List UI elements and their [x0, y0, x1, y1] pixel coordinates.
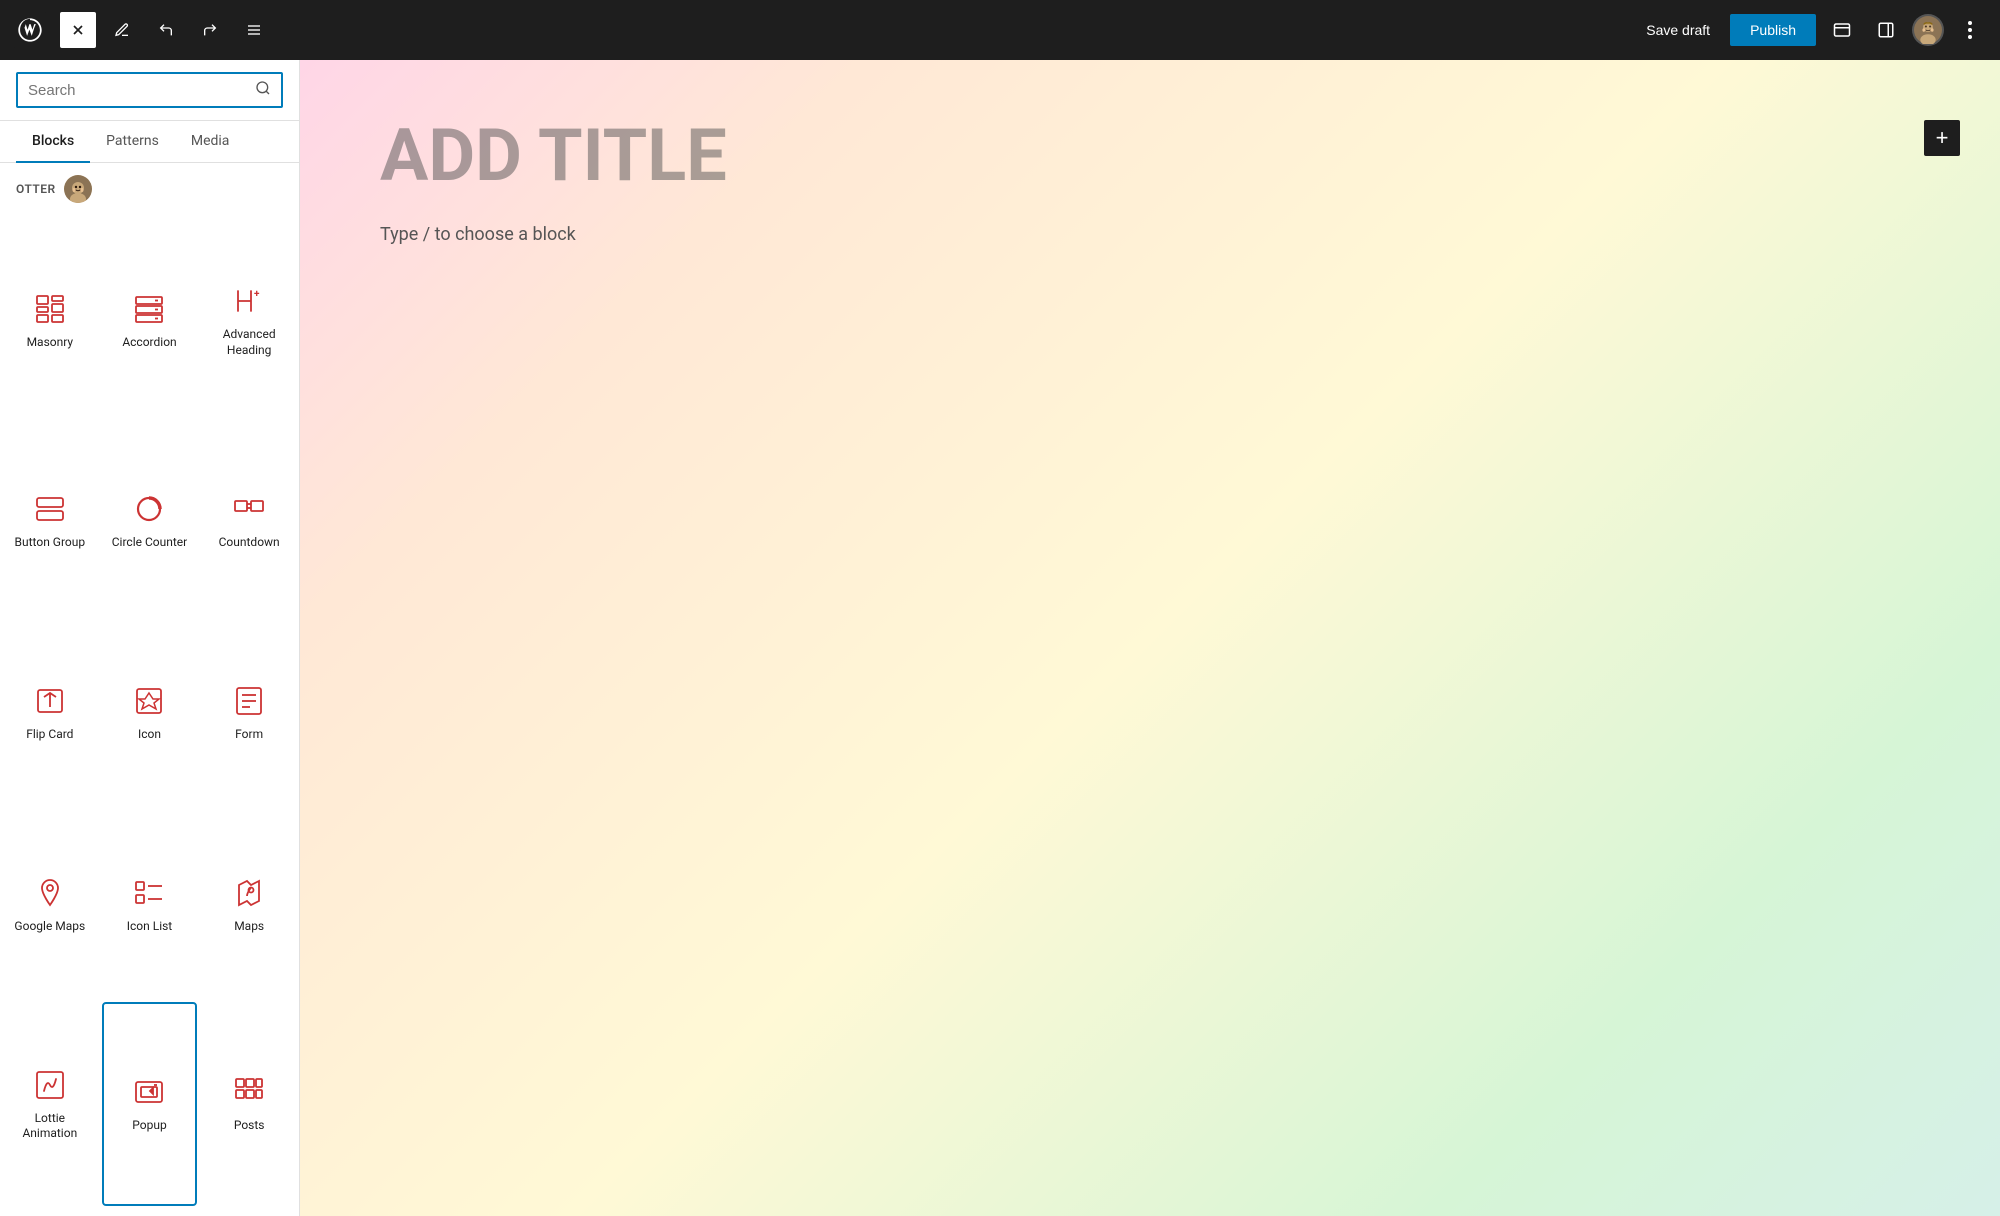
maps-icon — [231, 875, 267, 911]
masonry-icon — [32, 291, 68, 327]
otter-avatar — [64, 175, 92, 203]
publish-button[interactable]: Publish — [1730, 14, 1816, 46]
block-item-button-group[interactable]: Button Group — [2, 427, 98, 615]
search-container — [0, 60, 299, 121]
google-maps-label: Google Maps — [14, 919, 85, 935]
button-group-label: Button Group — [15, 535, 86, 551]
lottie-animation-icon — [32, 1067, 68, 1103]
countdown-icon — [231, 491, 267, 527]
icon-list-icon — [131, 875, 167, 911]
advanced-heading-icon: + — [231, 283, 267, 319]
circle-counter-label: Circle Counter — [112, 535, 187, 551]
block-item-advanced-heading[interactable]: + Advanced Heading — [201, 219, 297, 423]
block-item-form[interactable]: Form — [201, 619, 297, 807]
canvas: ADD TITLE Type / to choose a block + — [300, 60, 2000, 1216]
popup-icon — [131, 1074, 167, 1110]
tab-media[interactable]: Media — [175, 121, 246, 163]
block-item-masonry[interactable]: Masonry — [2, 219, 98, 423]
svg-text:+: + — [254, 289, 260, 300]
maps-label: Maps — [234, 919, 264, 935]
countdown-label: Countdown — [219, 535, 280, 551]
wp-logo[interactable] — [12, 12, 48, 48]
block-item-maps[interactable]: Maps — [201, 810, 297, 998]
posts-label: Posts — [234, 1118, 265, 1134]
tab-blocks[interactable]: Blocks — [16, 121, 90, 163]
topbar: Save draft Publish — [0, 0, 2000, 60]
block-item-countdown[interactable]: Countdown — [201, 427, 297, 615]
button-group-icon — [32, 491, 68, 527]
pen-tool-button[interactable] — [104, 12, 140, 48]
otter-section-header: OTTER — [0, 163, 299, 209]
flip-card-label: Flip Card — [26, 727, 73, 743]
block-item-circle-counter[interactable]: Circle Counter — [102, 427, 198, 615]
search-icon[interactable] — [255, 80, 271, 100]
page-hint[interactable]: Type / to choose a block — [380, 224, 1920, 245]
tabs: Blocks Patterns Media — [0, 121, 299, 163]
icon-list-label: Icon List — [127, 919, 173, 935]
form-label: Form — [235, 727, 263, 743]
masonry-label: Masonry — [27, 335, 74, 351]
sidebar: Blocks Patterns Media OTTER — [0, 60, 300, 1216]
save-draft-button[interactable]: Save draft — [1634, 16, 1722, 44]
topbar-right: Save draft Publish — [1634, 12, 1988, 48]
search-box — [16, 72, 283, 108]
block-item-lottie-animation[interactable]: Lottie Animation — [2, 1002, 98, 1206]
google-maps-icon — [32, 875, 68, 911]
accordion-label: Accordion — [122, 335, 176, 351]
layout: Blocks Patterns Media OTTER — [0, 60, 2000, 1216]
avatar[interactable] — [1912, 14, 1944, 46]
block-item-icon-list[interactable]: Icon List — [102, 810, 198, 998]
list-view-button[interactable] — [236, 12, 272, 48]
posts-icon — [231, 1074, 267, 1110]
redo-button[interactable] — [192, 12, 228, 48]
panel-toggle-button[interactable] — [1868, 12, 1904, 48]
add-block-button[interactable]: + — [1924, 120, 1960, 156]
form-icon — [231, 683, 267, 719]
accordion-icon — [131, 291, 167, 327]
flip-card-icon — [32, 683, 68, 719]
block-item-flip-card[interactable]: Flip Card — [2, 619, 98, 807]
block-item-posts[interactable]: Posts — [201, 1002, 297, 1206]
icon-icon — [131, 683, 167, 719]
tab-patterns[interactable]: Patterns — [90, 121, 175, 163]
blocks-grid: Masonry Accordion — [0, 209, 299, 1216]
search-input[interactable] — [28, 82, 247, 99]
circle-counter-icon — [131, 491, 167, 527]
block-item-popup[interactable]: Popup — [102, 1002, 198, 1206]
undo-button[interactable] — [148, 12, 184, 48]
advanced-heading-label: Advanced Heading — [211, 327, 287, 358]
more-options-button[interactable] — [1952, 12, 1988, 48]
lottie-animation-label: Lottie Animation — [12, 1111, 88, 1142]
block-item-icon[interactable]: Icon — [102, 619, 198, 807]
block-item-accordion[interactable]: Accordion — [102, 219, 198, 423]
preview-button[interactable] — [1824, 12, 1860, 48]
close-button[interactable] — [60, 12, 96, 48]
icon-label: Icon — [138, 727, 161, 743]
popup-label: Popup — [132, 1118, 166, 1134]
page-title[interactable]: ADD TITLE — [380, 120, 1920, 192]
block-item-google-maps[interactable]: Google Maps — [2, 810, 98, 998]
